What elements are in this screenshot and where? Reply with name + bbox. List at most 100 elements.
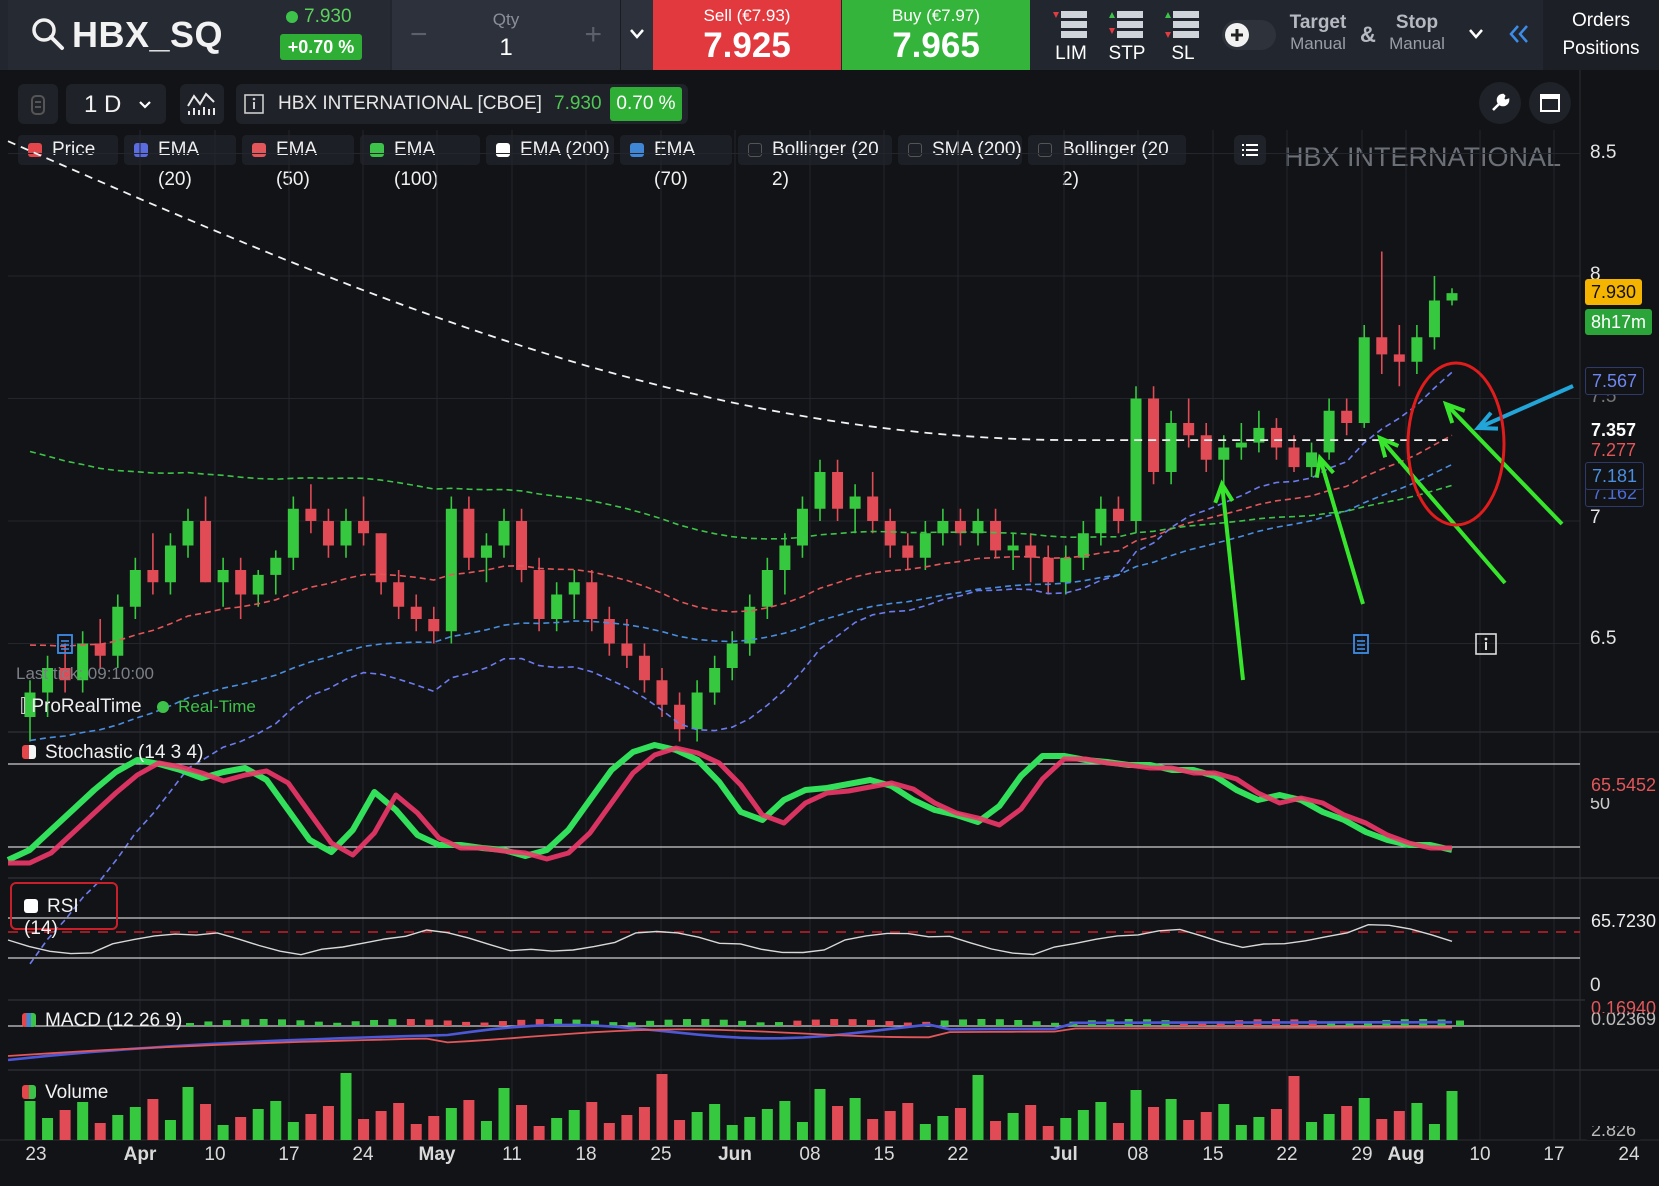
macd-histogram-bar — [1014, 1019, 1023, 1026]
x-tick: May — [418, 1144, 456, 1165]
candle — [270, 557, 282, 575]
candle — [1095, 508, 1107, 534]
candle — [1376, 337, 1388, 355]
rsi-swatch-icon — [24, 899, 38, 913]
volume-bar — [1077, 1110, 1089, 1140]
volume-bar — [1112, 1123, 1124, 1140]
volume-bar — [709, 1104, 721, 1140]
volume-bar — [1007, 1113, 1019, 1140]
candle — [1042, 557, 1054, 583]
candle — [990, 521, 1002, 551]
volume-bar — [919, 1124, 931, 1140]
info-marker-icon[interactable] — [1475, 633, 1497, 655]
candle — [252, 574, 264, 595]
last-tick-text: Last tick: 09:10:00 — [16, 664, 154, 683]
stochastic-title-text: Stochastic (14 3 4) — [45, 742, 204, 763]
macd-histogram-bar — [1051, 1022, 1060, 1026]
macd-histogram-bar — [406, 1019, 415, 1026]
macd-histogram-bar — [222, 1020, 231, 1026]
candle — [147, 570, 159, 583]
volume-bar — [1130, 1090, 1142, 1140]
volume-bar — [516, 1105, 528, 1140]
volume-bar — [235, 1117, 247, 1140]
volume-bar — [340, 1073, 352, 1140]
candle — [94, 643, 106, 656]
x-tick: 24 — [1618, 1144, 1640, 1165]
volume-bar — [1060, 1118, 1072, 1140]
volume-bar — [200, 1104, 212, 1140]
candle — [586, 582, 598, 619]
volume-bar — [445, 1108, 457, 1140]
candle — [884, 521, 896, 546]
macd-histogram-bar — [664, 1019, 673, 1026]
realtime-dot-icon — [156, 701, 169, 713]
volume-bar — [1025, 1105, 1037, 1140]
candle — [164, 545, 176, 583]
volume-bar — [1393, 1111, 1405, 1140]
candle — [1200, 435, 1212, 460]
macd-histogram-bar — [738, 1020, 747, 1026]
macd-histogram-bar — [830, 1019, 839, 1026]
candle — [1060, 557, 1072, 583]
news-document-icon[interactable] — [56, 634, 74, 654]
volume-bar — [691, 1112, 703, 1140]
stochastic-d-line — [8, 745, 1452, 866]
volume-bar — [428, 1116, 440, 1140]
x-tick: 15 — [873, 1144, 895, 1165]
stochastic-title[interactable]: Stochastic (14 3 4) — [22, 742, 203, 764]
macd-histogram-bar — [333, 1022, 342, 1026]
candle — [1183, 423, 1195, 436]
rsi-value: 65.7230 — [1585, 908, 1659, 934]
news-document-icon[interactable] — [1352, 634, 1370, 654]
volume-title[interactable]: Volume — [22, 1082, 108, 1104]
volume-bar — [305, 1114, 317, 1140]
candle — [621, 643, 633, 656]
candle — [709, 668, 721, 693]
volume-value: 2.826 — [1585, 1126, 1643, 1140]
candle — [445, 508, 457, 632]
x-tick: 08 — [799, 1144, 821, 1165]
volume-bar — [1358, 1098, 1370, 1140]
volume-bar — [410, 1124, 422, 1140]
candle — [287, 508, 299, 558]
macd-histogram-bar — [756, 1022, 765, 1026]
macd-histogram-bar — [793, 1020, 802, 1026]
candle — [533, 570, 545, 619]
candle — [217, 570, 229, 583]
macd-histogram-bar — [204, 1021, 213, 1026]
y-tick: 6.5 — [1590, 628, 1617, 649]
volume-bar — [59, 1110, 71, 1140]
macd-histogram-bar — [867, 1019, 876, 1026]
stochastic-k-line — [6, 742, 1453, 863]
candle — [744, 606, 756, 644]
volume-bar — [498, 1088, 510, 1140]
volume-bar — [954, 1108, 966, 1140]
ema20-line — [29, 371, 1453, 965]
rsi-title-box[interactable]: RSI (14) — [10, 882, 118, 939]
macd-histogram-bar — [259, 1019, 268, 1026]
volume-bar — [867, 1119, 879, 1140]
stochastic-swatch-icon — [22, 745, 36, 759]
macd-histogram-bar — [682, 1019, 691, 1026]
x-tick: 22 — [947, 1144, 969, 1165]
macd-title[interactable]: MACD (12 26 9) — [22, 1010, 182, 1032]
x-tick: 25 — [650, 1144, 672, 1165]
candle — [340, 521, 352, 546]
candle — [428, 619, 440, 632]
volume-bar — [1235, 1125, 1247, 1140]
volume-bar — [1183, 1120, 1195, 1140]
candle — [1007, 545, 1019, 551]
candle — [902, 545, 914, 558]
volume-bar — [164, 1120, 176, 1140]
ema50-tag: 7.277 — [1585, 437, 1643, 463]
price-chart[interactable] — [0, 0, 1659, 1186]
volume-bar — [814, 1089, 826, 1140]
y-tick: 7 — [1590, 507, 1601, 528]
annotation-circle — [1406, 361, 1506, 527]
macd-histogram-bar — [517, 1019, 526, 1026]
rsi-line — [7, 923, 1453, 956]
volume-bar — [884, 1111, 896, 1140]
ema70-tag: 7.181 — [1585, 462, 1645, 490]
macd-histogram-bar — [388, 1019, 397, 1026]
x-tick: 15 — [1202, 1144, 1224, 1165]
